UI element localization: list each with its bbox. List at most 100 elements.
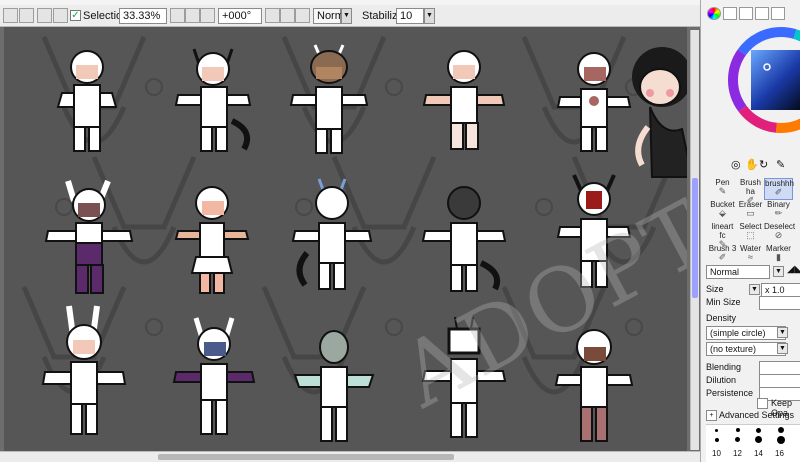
blur-icon: ◌	[792, 209, 800, 219]
rotate-right-button[interactable]	[280, 8, 295, 23]
vertical-scrollbar[interactable]	[690, 30, 699, 450]
binary-pen-icon: ✏	[774, 208, 783, 218]
scratchpad-tab-icon[interactable]	[771, 7, 785, 20]
advanced-settings-expand-icon[interactable]: +	[706, 410, 717, 421]
drawing-canvas[interactable]: ADOPT	[4, 27, 687, 452]
min-size-slider[interactable]	[759, 296, 800, 310]
zoom-reset-button[interactable]	[200, 8, 215, 23]
min-size-label: Min Size	[706, 297, 741, 307]
canvas-area[interactable]: ADOPT	[0, 27, 700, 452]
density-label: Density	[706, 313, 737, 323]
brush-size-label: 16	[775, 449, 784, 458]
brush-icon: ✐	[792, 253, 800, 263]
brush-size-dot[interactable]	[736, 428, 740, 432]
horizontal-scrollbar[interactable]	[0, 451, 700, 462]
blur-icon: ◌	[792, 187, 800, 197]
tool-10[interactable]: Deselect ⊘	[764, 222, 795, 244]
brush-icon: ✐	[718, 252, 727, 262]
character-sketch	[41, 305, 127, 435]
tool-6[interactable]: Binary ✏	[764, 200, 793, 222]
clear-button[interactable]	[37, 8, 52, 23]
brush-size-dot[interactable]	[715, 438, 719, 442]
zoom-field[interactable]: 33.33%	[119, 8, 167, 24]
tool-4[interactable]: Bucket ⬙	[708, 200, 737, 222]
zoom-icon[interactable]: ◎	[731, 158, 741, 171]
tool-7[interactable]: Blu◌	[792, 200, 800, 222]
eraser-icon: ▭	[746, 208, 755, 218]
brush-size-dot[interactable]	[756, 428, 761, 433]
keep-opacity-checkbox[interactable]	[757, 398, 768, 409]
pen-icon: ✎	[718, 186, 727, 196]
brush-mode-select[interactable]: Normal	[706, 265, 770, 279]
color-wheel-tab-icon[interactable]	[707, 7, 721, 20]
character-sketch	[293, 330, 375, 442]
rotate-icon[interactable]: ↻	[759, 158, 768, 171]
persistence-label: Persistence	[706, 388, 754, 398]
dilution-slider[interactable]	[759, 374, 800, 388]
character-sketch	[174, 186, 250, 294]
tool-button[interactable]	[19, 8, 34, 23]
invert-button[interactable]	[3, 8, 18, 23]
swatches-tab-icon[interactable]	[755, 7, 769, 20]
chevron-down-icon[interactable]: ▼	[749, 284, 760, 295]
zoom-out-button[interactable]	[170, 8, 185, 23]
tool-15[interactable]: Bru✐	[792, 244, 800, 266]
tool-5[interactable]: Eraser ▭	[736, 200, 765, 222]
color-panel-tabs	[701, 5, 800, 23]
chevron-down-icon[interactable]: ▼	[341, 8, 352, 24]
brush-shape-select[interactable]: (simple circle)	[706, 326, 786, 340]
tool-8[interactable]: lineart fc ✎	[708, 222, 737, 249]
selection-checkbox[interactable]: ✓	[70, 10, 81, 21]
hsv-slider-tab-icon[interactable]	[739, 7, 753, 20]
tool-2[interactable]: brushhh ✐	[764, 178, 794, 200]
color-wheel[interactable]	[723, 25, 800, 135]
brush-shape-icon[interactable]: ◢◣	[787, 264, 800, 275]
brush-size-label: 10	[712, 449, 721, 458]
chevron-down-icon[interactable]: ▼	[773, 266, 784, 277]
right-panel: ◎ ✋ ↻ ✎ Pen✎Brush ha✐brushhh✐Blu◌ Bucket⬙…	[700, 0, 800, 462]
rotate-reset-button[interactable]	[295, 8, 310, 23]
blending-slider[interactable]	[759, 361, 800, 375]
zoom-in-button[interactable]	[185, 8, 200, 23]
select-icon: ⬚	[746, 230, 755, 240]
brush-size-label: 12	[733, 449, 742, 458]
bucket-icon: ⬙	[719, 208, 726, 218]
brush-size-dot[interactable]	[735, 437, 740, 442]
chevron-down-icon[interactable]: ▼	[777, 327, 788, 338]
water-icon: ≈	[748, 252, 753, 262]
paint-tool-sai-window: ✓ Selection 33.33% +000° Normal ▼ Stabil…	[0, 0, 800, 462]
rgb-slider-tab-icon[interactable]	[723, 7, 737, 20]
brush-size-presets: 10 12 14 16	[706, 424, 800, 462]
dilution-label: Dilution	[706, 375, 737, 385]
brush-size-dot[interactable]	[715, 429, 718, 432]
tool-3[interactable]: Blu◌	[792, 178, 800, 200]
transform-button[interactable]	[53, 8, 68, 23]
brush-size-dot[interactable]	[778, 427, 784, 433]
character-sketch	[291, 178, 373, 290]
chevron-down-icon[interactable]: ▼	[424, 8, 435, 24]
tool-1[interactable]: Brush ha ✐	[736, 178, 765, 205]
character-sketch	[44, 179, 134, 294]
chevron-down-icon[interactable]: ▼	[777, 343, 788, 354]
blend-mode-select[interactable]: Normal	[313, 8, 352, 24]
advanced-settings-label[interactable]: Advanced Settings	[719, 410, 794, 420]
eyedropper-icon[interactable]: ✎	[776, 158, 785, 171]
tool-14[interactable]: Marker ▮	[764, 244, 793, 266]
size-multiplier-field[interactable]: x 1.0	[761, 283, 800, 297]
size-label: Size	[706, 284, 724, 294]
brush-size-dot[interactable]	[755, 436, 762, 443]
scrollbar-thumb[interactable]	[158, 454, 454, 460]
brush-size-dot[interactable]	[777, 436, 785, 444]
scrollbar-thumb[interactable]	[692, 178, 698, 298]
tool-12[interactable]: Brush 3 ✐	[708, 244, 737, 266]
hand-icon[interactable]: ✋	[745, 158, 759, 171]
tool-11[interactable]: Bru✐	[792, 222, 800, 244]
brush-icon: ✐	[792, 231, 800, 241]
tool-13[interactable]: Water ≈	[736, 244, 765, 266]
tool-9[interactable]: Select ⬚	[736, 222, 765, 244]
rotation-field[interactable]: +000°	[218, 8, 262, 24]
rotate-left-button[interactable]	[265, 8, 280, 23]
tool-0[interactable]: Pen ✎	[708, 178, 737, 200]
stabilizer-field[interactable]: 10	[396, 8, 424, 24]
brush-texture-select[interactable]: (no texture)	[706, 342, 786, 356]
